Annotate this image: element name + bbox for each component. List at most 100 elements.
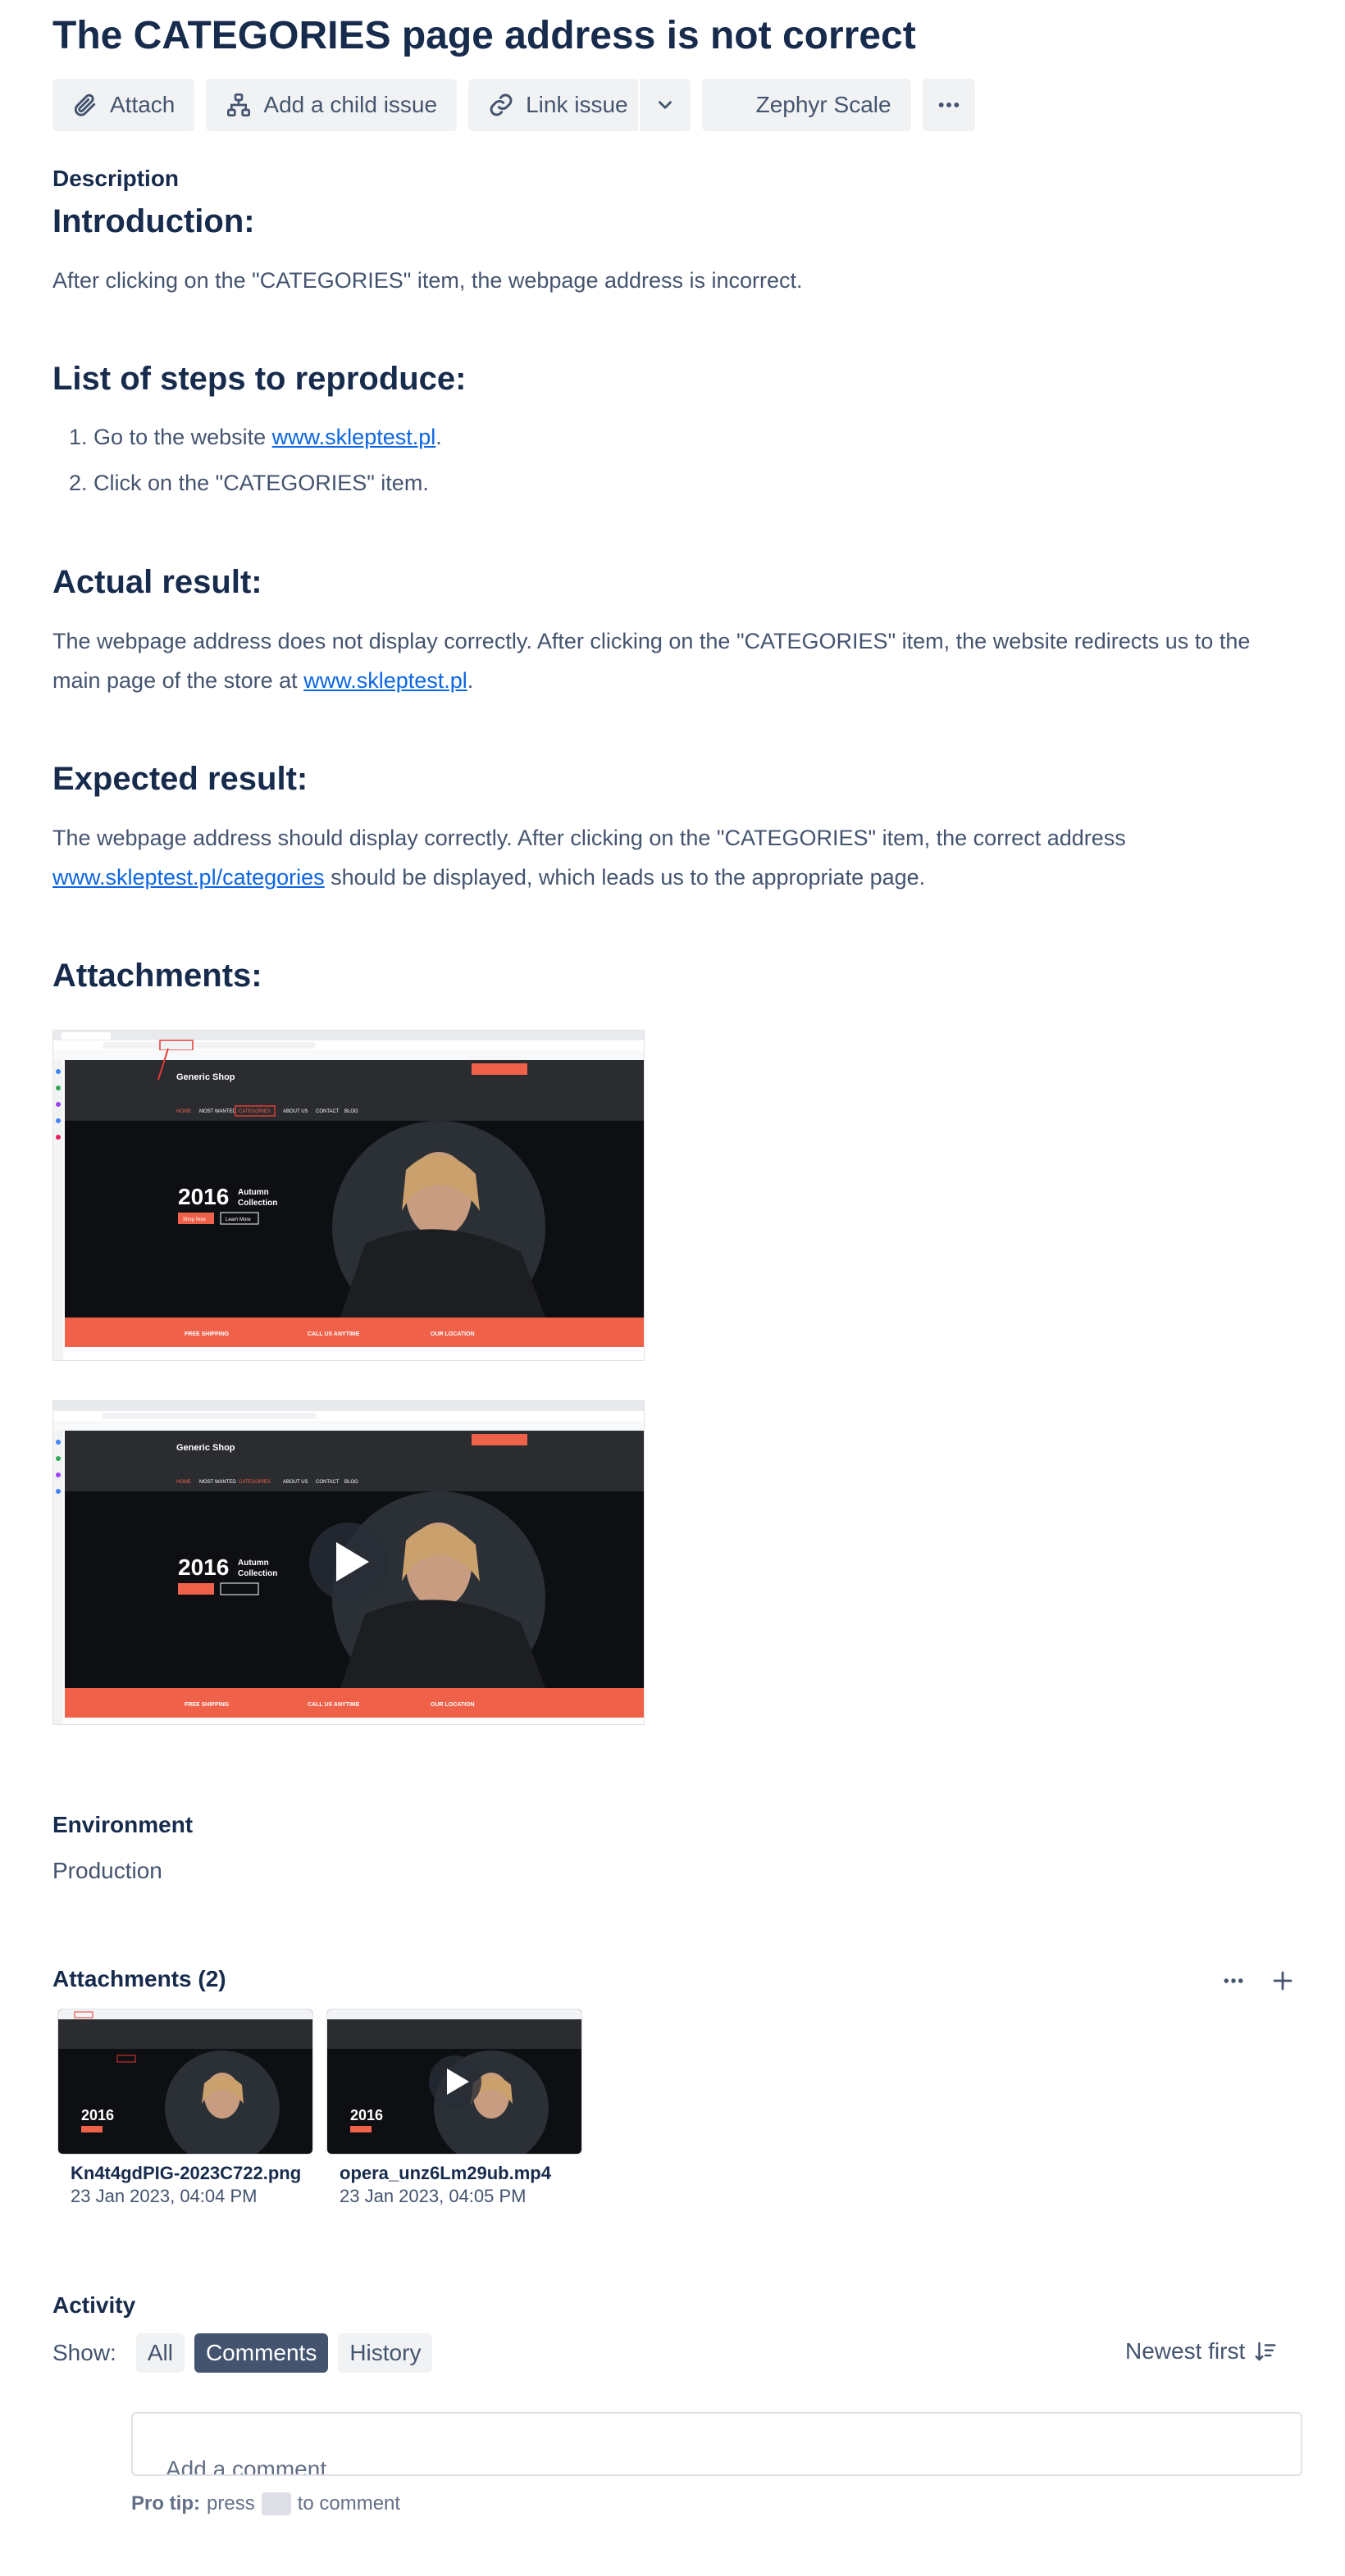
issue-toolbar: Attach Add a child issue Link issue Zeph… <box>52 79 975 131</box>
shop-nav-home: HOME <box>176 1480 191 1485</box>
website-link[interactable]: www.skleptest.pl <box>272 425 436 449</box>
link-issue-group: Link issue <box>468 79 691 131</box>
link-icon <box>490 93 513 116</box>
store-link[interactable]: www.skleptest.pl <box>303 668 467 693</box>
filter-history[interactable]: History <box>338 2333 433 2373</box>
actual-line-1: The webpage address does not display cor… <box>52 629 1251 653</box>
pro-tip-press: press <box>207 2492 255 2515</box>
shop-nav-blog: BLOG <box>344 1109 358 1114</box>
shop-nav-home: HOME <box>176 1109 191 1114</box>
more-actions-button[interactable] <box>922 79 975 131</box>
introduction-heading: Introduction: <box>52 203 255 239</box>
add-child-issue-button[interactable]: Add a child issue <box>206 79 458 131</box>
pro-tip-suffix: to comment <box>297 2492 401 2515</box>
actual-line-2-suffix: . <box>467 668 474 693</box>
zephyr-label: Zephyr Scale <box>755 92 891 117</box>
step-item: 2. Click on the "CATEGORIES" item. <box>69 471 429 496</box>
attachment-date: 23 Jan 2023, 04:05 PM <box>340 2186 527 2206</box>
hero-year: 2016 <box>178 1554 229 1580</box>
attachment-video-preview[interactable]: Generic Shop HOME MOST WANTED CATEGORIES… <box>52 1400 645 1725</box>
attach-button[interactable]: Attach <box>52 79 195 131</box>
description-label: Description <box>52 166 180 191</box>
step-number: 1. <box>69 425 88 449</box>
more-icon <box>938 102 959 107</box>
step-text: Click on the "CATEGORIES" item. <box>93 471 429 495</box>
attachment-image-preview[interactable]: Generic Shop HOME MOST WANTED CATEGORIES… <box>52 1030 645 1361</box>
chevron-down-icon <box>658 101 672 109</box>
filter-all[interactable]: All <box>135 2333 185 2373</box>
shop-brand: Generic Shop <box>176 1443 235 1453</box>
png-thumbnail-image: 2016 <box>58 2009 312 2154</box>
actual-result-text: The webpage address does not display cor… <box>52 621 1299 700</box>
shop-nav-most-wanted: MOST WANTED <box>199 1109 236 1114</box>
attachment-filename: opera_unz6Lm29ub.mp4 <box>340 2163 551 2183</box>
attachment-card[interactable]: 2016 opera_unz6Lm29ub.mp4 23 Jan 2023, 0… <box>326 2009 582 2207</box>
link-issue-label: Link issue <box>526 92 628 117</box>
attachment-card[interactable]: 2016 Kn4t4gdPIG-2023C722.png 23 Jan 2023… <box>57 2009 313 2207</box>
attach-label: Attach <box>110 92 176 117</box>
hero-line-2: Collection <box>238 1569 277 1578</box>
attachments-more-button[interactable] <box>1217 1964 1250 1997</box>
shop-nav-about: ABOUT US <box>283 1109 308 1114</box>
link-issue-button[interactable]: Link issue <box>468 79 648 131</box>
add-child-label: Add a child issue <box>263 92 438 117</box>
introduction-text: After clicking on the "CATEGORIES" item,… <box>52 268 803 293</box>
shop-nav-categories: CATEGORIES <box>239 1109 271 1114</box>
plus-icon <box>1273 1971 1293 1991</box>
shop-brand: Generic Shop <box>176 1072 235 1082</box>
categories-link[interactable]: www.skleptest.pl/categories <box>52 865 325 890</box>
hero-year: 2016 <box>178 1184 229 1209</box>
hero-line-2: Collection <box>238 1199 277 1208</box>
attachment-thumbnail: 2016 <box>57 2009 313 2155</box>
thumb-hero-year: 2016 <box>81 2107 114 2123</box>
attachment-thumbnail: 2016 <box>326 2009 582 2155</box>
footer-call: CALL US ANYTIME <box>308 1331 360 1337</box>
hero-learn-button: Learn More <box>226 1217 251 1222</box>
add-attachment-button[interactable] <box>1266 1964 1299 1997</box>
hero-shop-button: Shop Now <box>183 1217 206 1222</box>
sort-toggle[interactable]: Newest first <box>1125 2338 1278 2364</box>
shop-screenshot-image: Generic Shop HOME MOST WANTED CATEGORIES… <box>53 1031 644 1360</box>
expected-result-text: The webpage address should display corre… <box>52 818 1299 897</box>
step-number: 2. <box>69 471 88 495</box>
step-prefix: Go to the website <box>93 425 272 449</box>
issue-title[interactable]: The CATEGORIES page address is not corre… <box>52 13 916 58</box>
shop-nav-most-wanted: MOST WANTED <box>199 1480 236 1485</box>
attachments-heading: Attachments: <box>52 958 262 994</box>
keyboard-key <box>261 2492 291 2515</box>
shop-nav-contact: CONTACT <box>316 1480 340 1485</box>
expected-line-2-suffix: should be displayed, which leads us to t… <box>324 865 926 890</box>
step-item: 1. Go to the website www.skleptest.pl. <box>69 425 442 450</box>
step-suffix: . <box>435 425 442 449</box>
mp4-thumbnail-image: 2016 <box>327 2009 581 2154</box>
comment-input[interactable]: Add a comment… <box>131 2412 1302 2476</box>
paperclip-icon <box>74 93 96 116</box>
shop-nav-contact: CONTACT <box>316 1109 340 1114</box>
zephyr-scale-button[interactable]: Zephyr Scale <box>701 79 911 131</box>
pro-tip-label: Pro tip: <box>131 2492 200 2515</box>
thumb-hero-year: 2016 <box>350 2107 383 2123</box>
shop-nav-categories: CATEGORIES <box>239 1480 271 1485</box>
shop-nav-about: ABOUT US <box>283 1480 308 1485</box>
sort-label: Newest first <box>1125 2338 1246 2364</box>
footer-shipping: FREE SHIPPING <box>185 1702 230 1708</box>
footer-location: OUR LOCATION <box>431 1331 475 1337</box>
attachments-panel-heading: Attachments (2) <box>52 1966 226 1991</box>
shop-nav-blog: BLOG <box>344 1480 358 1485</box>
activity-filters: Show: All Comments History <box>52 2333 433 2373</box>
steps-heading: List of steps to reproduce: <box>52 361 467 397</box>
attachment-date: 23 Jan 2023, 04:04 PM <box>71 2186 258 2206</box>
expected-line-1: The webpage address should display corre… <box>52 826 1126 850</box>
attachment-filename: Kn4t4gdPIG-2023C722.png <box>71 2163 302 2183</box>
pro-tip: Pro tip: press to comment <box>131 2492 400 2515</box>
hero-line-1: Autumn <box>238 1559 269 1568</box>
expected-result-heading: Expected result: <box>52 761 308 797</box>
footer-location: OUR LOCATION <box>431 1702 475 1708</box>
filter-comments[interactable]: Comments <box>194 2333 329 2373</box>
footer-call: CALL US ANYTIME <box>308 1702 360 1708</box>
link-issue-dropdown[interactable] <box>637 79 691 131</box>
footer-shipping: FREE SHIPPING <box>185 1331 230 1337</box>
environment-value[interactable]: Production <box>52 1858 162 1884</box>
sort-descending-icon <box>1255 2342 1276 2361</box>
comment-placeholder: Add a comment… <box>166 2456 350 2476</box>
